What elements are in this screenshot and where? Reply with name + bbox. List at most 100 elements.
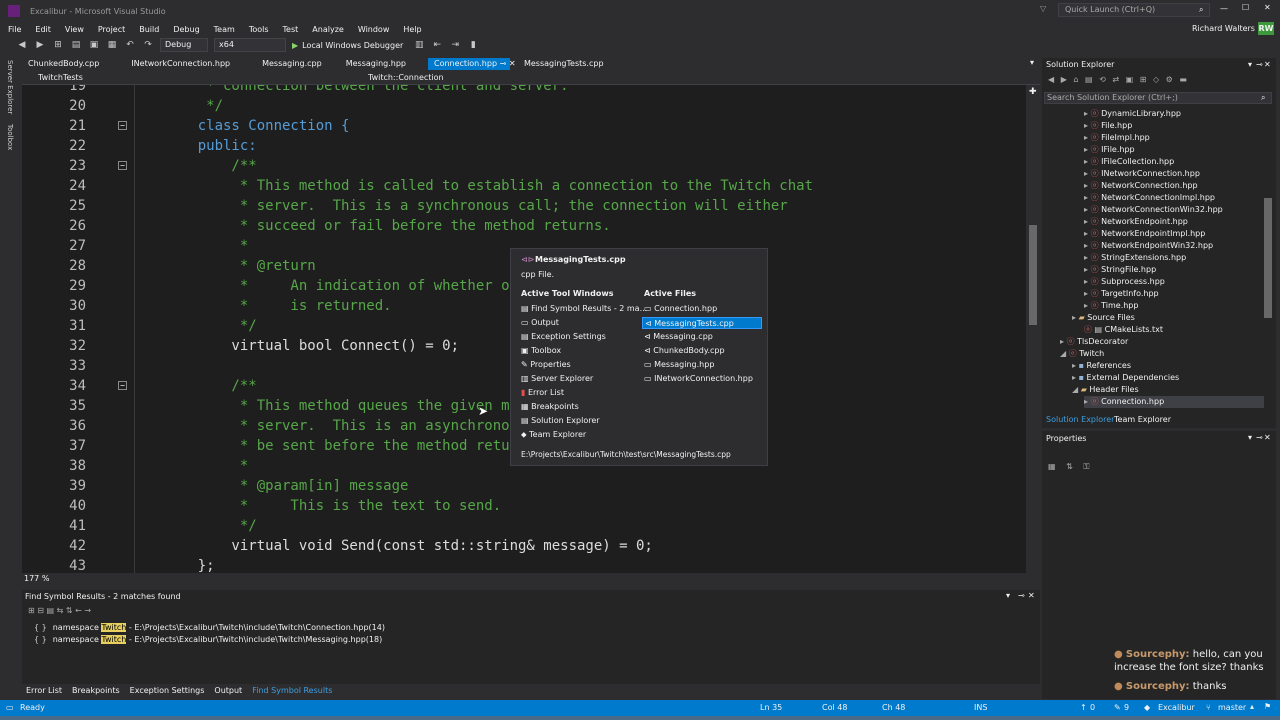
tree-item[interactable]: ▸ ▪ References xyxy=(1072,360,1131,372)
scrollbar-thumb[interactable] xyxy=(1029,225,1037,325)
tab-messaging-hpp[interactable]: Messaging.hpp xyxy=(340,58,412,70)
tree-item[interactable]: ▸ ⓞ NetworkEndpointImpl.hpp xyxy=(1084,228,1205,240)
tool-item[interactable]: ✎ Properties xyxy=(521,359,571,371)
tree-item[interactable]: ▸ ⓞ TargetInfo.hpp xyxy=(1084,288,1159,300)
new-project-icon[interactable]: ⊞ xyxy=(52,39,64,51)
file-item-selected[interactable]: ⊲ MessagingTests.cpp xyxy=(642,317,762,329)
panel-menu-icon[interactable]: ▾ xyxy=(1248,433,1252,442)
code-line[interactable]: 21 − class Connection { xyxy=(22,116,1026,136)
scope-dropdown[interactable]: Twitch::Connection xyxy=(364,73,664,83)
tab-find-symbol-results[interactable]: Find Symbol Results xyxy=(252,686,332,695)
result-row[interactable]: { } namespace Twitch - E:\Projects\Excali… xyxy=(34,634,382,646)
tab-error-list[interactable]: Error List xyxy=(26,686,62,695)
tree-item[interactable]: ▸ ⓞ Time.hpp xyxy=(1084,300,1138,312)
file-item[interactable]: ▭ Connection.hpp xyxy=(644,303,717,315)
code-line[interactable]: 22 public: xyxy=(22,136,1026,156)
zoom-level[interactable]: 177 % xyxy=(24,574,49,583)
code-line[interactable]: 41 */ xyxy=(22,516,1026,536)
solution-search-input[interactable]: Search Solution Explorer (Ctrl+;) xyxy=(1047,93,1178,103)
tab-connection-hpp[interactable]: Connection.hpp ⊸ ✕ xyxy=(427,58,516,70)
tree-item[interactable]: ▸ ⓞ NetworkConnection.hpp xyxy=(1084,180,1198,192)
save-all-icon[interactable]: ▦ xyxy=(106,39,118,51)
tree-item[interactable]: ▸ ⓞ INetworkConnection.hpp xyxy=(1084,168,1200,180)
file-item[interactable]: ⊲ ChunkedBody.cpp xyxy=(644,345,725,357)
tab-solution-explorer[interactable]: Solution Explorer xyxy=(1046,415,1114,424)
forward-icon[interactable]: ▶ xyxy=(34,39,46,51)
status-branch[interactable]: master xyxy=(1218,703,1246,712)
edit-icon[interactable]: ✎ xyxy=(1114,703,1121,712)
tree-item[interactable]: ▸ ⓞ DynamicLibrary.hpp xyxy=(1084,108,1181,120)
tab-breakpoints[interactable]: Breakpoints xyxy=(72,686,120,695)
code-line[interactable]: 43 }; xyxy=(22,556,1026,573)
back-icon[interactable]: ◀ xyxy=(16,39,28,51)
minimize-button[interactable]: — xyxy=(1220,4,1228,13)
tree-item[interactable]: ▸ ⓞ Subprocess.hpp xyxy=(1084,276,1165,288)
tree-item[interactable]: ▸ ⓞ StringFile.hpp xyxy=(1084,264,1156,276)
run-debugger-button[interactable]: Local Windows Debugger xyxy=(302,41,403,50)
solution-toolbar-icons[interactable]: ◀ ▶ ⌂ ▤ ⟲ ⇄ ▣ ⊞ ◇ ⚙ ▬ xyxy=(1048,75,1189,84)
tree-item[interactable]: ▸ ⓞ NetworkConnectionImpl.hpp xyxy=(1084,192,1215,204)
run-icon[interactable]: ▶ xyxy=(292,41,298,50)
branch-icon[interactable]: ⑂ xyxy=(1206,703,1211,712)
tree-item[interactable]: ▸ ▰ Source Files xyxy=(1072,312,1135,324)
tab-messaging-cpp[interactable]: Messaging.cpp xyxy=(256,58,328,70)
tree-item[interactable]: ▸ ⓞ NetworkEndpoint.hpp xyxy=(1084,216,1188,228)
menu-debug[interactable]: Debug xyxy=(173,25,199,34)
tree-item[interactable]: ▸ ⓞ IFileCollection.hpp xyxy=(1084,156,1174,168)
menu-build[interactable]: Build xyxy=(139,25,159,34)
code-line[interactable]: 20 */ xyxy=(22,96,1026,116)
vs-logo-icon[interactable] xyxy=(8,5,20,17)
close-button[interactable]: ✕ xyxy=(1264,3,1271,12)
file-item[interactable]: ⊲ Messaging.cpp xyxy=(644,331,713,343)
menu-window[interactable]: Window xyxy=(358,25,390,34)
pin-icon[interactable]: ⊸ xyxy=(1018,591,1025,600)
menu-view[interactable]: View xyxy=(65,25,84,34)
tab-output[interactable]: Output xyxy=(214,686,242,695)
tree-item[interactable]: ▸ ⓞ IFile.hpp xyxy=(1084,144,1135,156)
code-line[interactable]: 25 * server. This is a synchronous call;… xyxy=(22,196,1026,216)
tool-item[interactable]: ▭ Output xyxy=(521,317,559,329)
tree-item[interactable]: ▸ ⓞ StringExtensions.hpp xyxy=(1084,252,1186,264)
menu-file[interactable]: File xyxy=(8,25,21,34)
tool-item[interactable]: ▣ Toolbox xyxy=(521,345,561,357)
tool-item[interactable]: ▤ Exception Settings xyxy=(521,331,606,343)
result-row[interactable]: { } namespace Twitch - E:\Projects\Excali… xyxy=(34,622,385,634)
results-toolbar-icons[interactable]: ⊞ ⊟ ▤ ⇆ ⇅ ← → xyxy=(28,606,91,615)
repo-icon[interactable]: ◆ xyxy=(1144,703,1150,712)
quick-launch-input[interactable]: Quick Launch (Ctrl+Q) xyxy=(1065,4,1155,16)
file-item[interactable]: ▭ Messaging.hpp xyxy=(644,359,714,371)
status-repo[interactable]: Excalibur xyxy=(1158,703,1195,712)
tree-item[interactable]: ◢ ▰ Header Files xyxy=(1072,384,1139,396)
menu-test[interactable]: Test xyxy=(283,25,299,34)
pin-icon[interactable]: ⊸ xyxy=(500,59,507,68)
tab-inetworkconnection[interactable]: INetworkConnection.hpp xyxy=(125,58,236,70)
tab-exception-settings[interactable]: Exception Settings xyxy=(130,686,205,695)
undo-icon[interactable]: ↶ xyxy=(124,39,136,51)
code-line[interactable]: 39 * @param[in] message xyxy=(22,476,1026,496)
tool-item[interactable]: ⬥ Team Explorer xyxy=(521,429,586,441)
open-icon[interactable]: ▤ xyxy=(70,39,82,51)
redo-icon[interactable]: ↷ xyxy=(142,39,154,51)
solution-search-box[interactable]: Search Solution Explorer (Ctrl+;) ⌕ xyxy=(1044,92,1272,104)
tab-team-explorer[interactable]: Team Explorer xyxy=(1114,415,1171,424)
filter-icon[interactable]: ▽ xyxy=(1040,4,1046,13)
toolbar-tool-icon-3[interactable]: ⇥ xyxy=(449,39,461,51)
quick-launch-box[interactable]: Quick Launch (Ctrl+Q) ⌕ xyxy=(1058,3,1210,17)
toolbar-tool-icon-1[interactable]: ▥ xyxy=(413,39,425,51)
server-explorer-tab[interactable]: Server Explorer xyxy=(6,60,14,114)
tool-item[interactable]: ▥ Server Explorer xyxy=(521,373,593,385)
menu-help[interactable]: Help xyxy=(403,25,421,34)
status-unpushed[interactable]: 0 xyxy=(1090,703,1095,712)
tree-item[interactable]: ▸ ⓞ TlsDecorator xyxy=(1060,336,1128,348)
pin-icon[interactable]: ⊸ xyxy=(1256,60,1263,69)
collapse-icon[interactable]: − xyxy=(118,161,127,170)
menu-analyze[interactable]: Analyze xyxy=(312,25,344,34)
editor-vertical-scrollbar[interactable]: ✚ xyxy=(1026,85,1040,573)
panel-menu-icon[interactable]: ▾ xyxy=(1248,60,1252,69)
file-item[interactable]: ▭ INetworkConnection.hpp xyxy=(644,373,753,385)
tree-item[interactable]: ◢ ⓞ Twitch xyxy=(1060,348,1104,360)
code-line[interactable]: 19 * connection between the client and s… xyxy=(22,85,1026,96)
tool-item[interactable]: ▤ Find Symbol Results - 2 ma... xyxy=(521,303,647,315)
tree-item[interactable]: ▸ ▪ External Dependencies xyxy=(1072,372,1179,384)
tree-item[interactable]: ▸ ⓞ FileImpl.hpp xyxy=(1084,132,1150,144)
